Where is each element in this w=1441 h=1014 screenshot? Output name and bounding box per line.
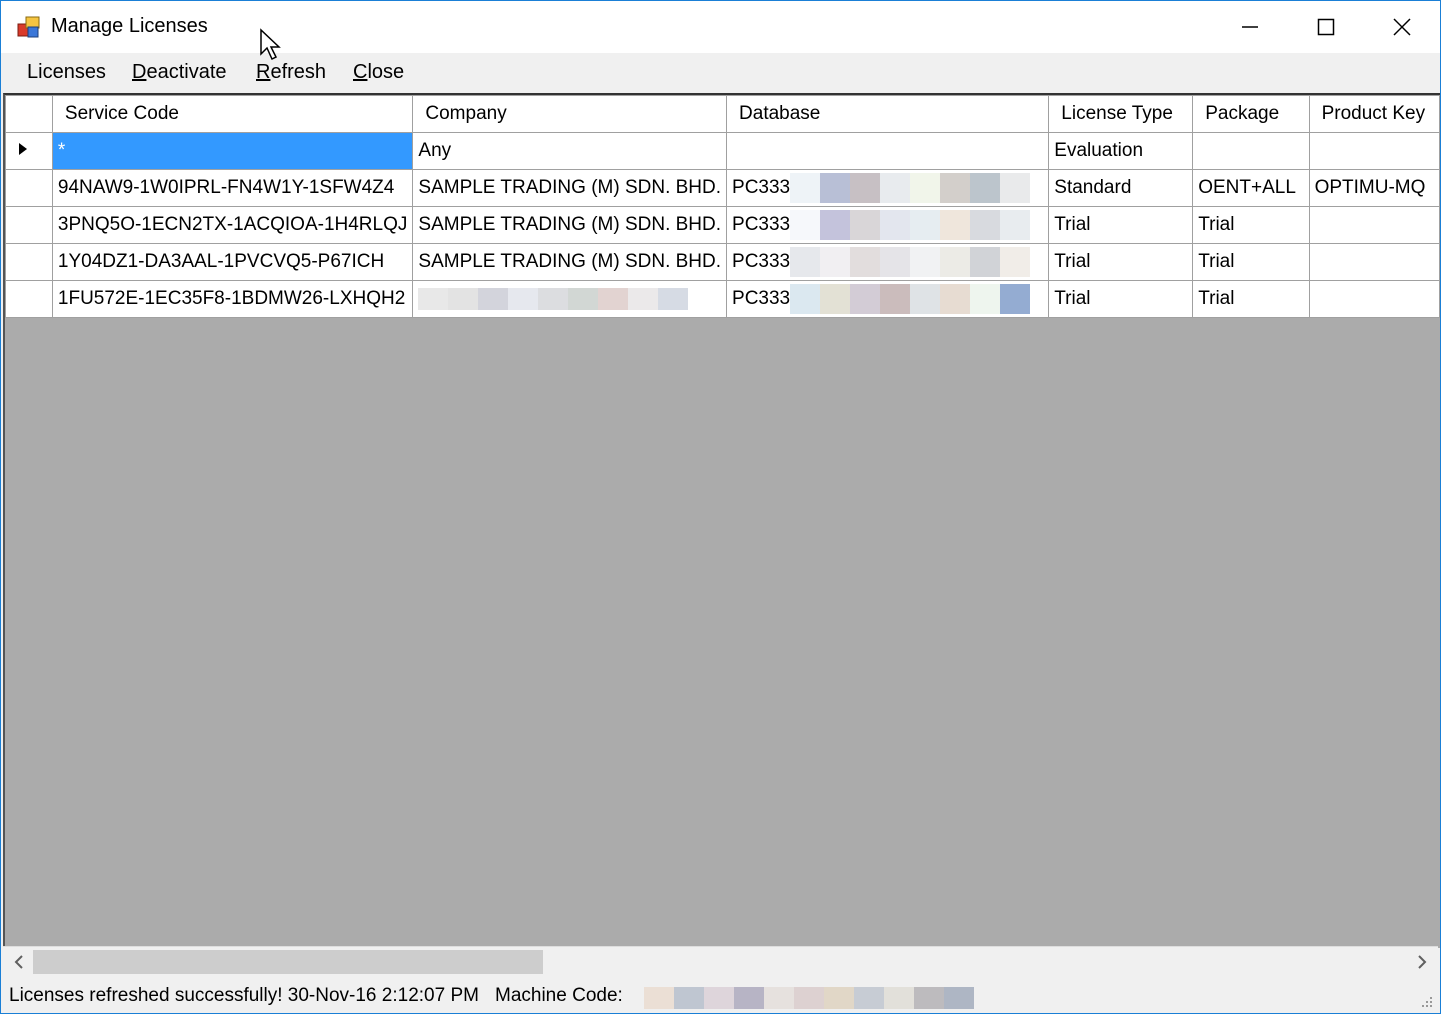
machine-code-label: Machine Code: (495, 985, 623, 1006)
mouse-cursor-icon (260, 28, 281, 61)
manage-licenses-window: Manage Licenses Licenses Deactivate Refr… (0, 0, 1441, 1014)
menu-close-rest: lose (367, 61, 405, 83)
row-header[interactable] (5, 169, 53, 207)
status-bar: Licenses refreshed successfully! 30-Nov-… (1, 979, 1440, 1013)
table-row[interactable]: 1Y04DZ1-DA3AAL-1PVCVQ5-P67ICH SAMPLE TRA… (5, 243, 1440, 281)
table-row[interactable]: 94NAW9-1W0IPRL-FN4W1Y-1SFW4Z4 SAMPLE TRA… (5, 169, 1440, 207)
cell-product-key[interactable] (1308, 206, 1440, 244)
database-text: PC333 (732, 288, 791, 310)
column-header-product-key[interactable]: Product Key (1308, 95, 1440, 133)
menu-refresh-rest: efresh (270, 61, 327, 83)
cell-database[interactable]: PC333 (726, 169, 1050, 207)
menu-deactivate-mnemonic: D (132, 61, 147, 83)
close-window-button[interactable] (1364, 1, 1440, 53)
scroll-thumb[interactable] (33, 950, 543, 974)
column-header-company[interactable]: Company (412, 95, 728, 133)
app-icon (17, 16, 40, 38)
maximize-icon (1317, 18, 1335, 36)
minimize-button[interactable] (1212, 1, 1288, 53)
redacted-block (790, 210, 1031, 240)
cell-license-type[interactable]: Trial (1048, 280, 1194, 318)
redacted-block (790, 284, 1031, 314)
menu-close[interactable]: Close (353, 61, 404, 84)
cell-package[interactable]: Trial (1192, 280, 1310, 318)
scroll-left-button[interactable] (7, 951, 31, 973)
minimize-icon (1242, 26, 1258, 28)
licenses-grid[interactable]: Service Code Company Database License Ty… (3, 93, 1440, 948)
redacted-block (418, 287, 689, 310)
database-text: PC333 (732, 214, 791, 236)
current-row-arrow-icon (19, 143, 27, 155)
maximize-button[interactable] (1288, 1, 1364, 53)
column-header-package[interactable]: Package (1192, 95, 1310, 133)
header-row: Service Code Company Database License Ty… (5, 95, 1440, 133)
cell-license-type[interactable]: Evaluation (1048, 132, 1194, 170)
cell-license-type[interactable]: Standard (1048, 169, 1194, 207)
database-text: PC333 (732, 251, 791, 273)
cell-service-code[interactable]: 1FU572E-1EC35F8-1BDMW26-LXHQH2 (51, 280, 414, 318)
scroll-right-button[interactable] (1410, 951, 1434, 973)
row-header[interactable] (5, 280, 53, 318)
cell-service-code[interactable]: 3PNQ5O-1ECN2TX-1ACQIOA-1H4RLQJ (51, 206, 414, 244)
cell-product-key[interactable]: OPTIMU-MQ (1308, 169, 1440, 207)
cell-product-key[interactable] (1308, 132, 1440, 170)
cell-database[interactable] (726, 132, 1050, 170)
redacted-machine-code (644, 987, 974, 1009)
menu-deactivate[interactable]: Deactivate (132, 61, 227, 84)
cell-product-key[interactable] (1308, 280, 1440, 318)
column-header-database[interactable]: Database (726, 95, 1050, 133)
window-title: Manage Licenses (51, 15, 208, 37)
cell-service-code[interactable]: 1Y04DZ1-DA3AAL-1PVCVQ5-P67ICH (51, 243, 414, 281)
horizontal-scrollbar[interactable] (3, 946, 1438, 977)
licenses-table: Service Code Company Database License Ty… (5, 95, 1440, 318)
cell-package[interactable]: Trial (1192, 206, 1310, 244)
database-text: PC333 (732, 177, 791, 199)
cell-service-code[interactable]: 94NAW9-1W0IPRL-FN4W1Y-1SFW4Z4 (51, 169, 414, 207)
column-header-license-type[interactable]: License Type (1048, 95, 1194, 133)
chevron-left-icon (14, 955, 23, 969)
chevron-right-icon (1418, 955, 1427, 969)
cell-license-type[interactable]: Trial (1048, 206, 1194, 244)
table-row[interactable]: 1FU572E-1EC35F8-1BDMW26-LXHQH2 PC333 Tri… (5, 280, 1440, 318)
resize-grip-icon[interactable] (1416, 991, 1434, 1009)
menu-licenses[interactable]: Licenses (27, 61, 106, 84)
cell-database[interactable]: PC333 (726, 243, 1050, 281)
cell-package[interactable] (1192, 132, 1310, 170)
corner-header[interactable] (5, 95, 53, 133)
menu-refresh-mnemonic: R (256, 61, 271, 83)
menu-deactivate-rest: eactivate (146, 61, 227, 83)
table-row[interactable]: * Any Evaluation (5, 132, 1440, 170)
cell-product-key[interactable] (1308, 243, 1440, 281)
cell-database[interactable]: PC333 (726, 280, 1050, 318)
cell-license-type[interactable]: Trial (1048, 243, 1194, 281)
cell-company[interactable]: SAMPLE TRADING (M) SDN. BHD. (412, 243, 728, 281)
redacted-block (790, 173, 1031, 203)
close-icon (1393, 18, 1411, 36)
cell-company[interactable]: SAMPLE TRADING (M) SDN. BHD. (412, 206, 728, 244)
title-bar[interactable]: Manage Licenses (1, 1, 1440, 53)
cell-service-code[interactable]: * (51, 132, 414, 170)
menu-bar: Licenses Deactivate Refresh Close (1, 53, 1440, 93)
menu-close-mnemonic: C (353, 61, 368, 83)
row-header[interactable] (5, 206, 53, 244)
cell-database[interactable]: PC333 (726, 206, 1050, 244)
menu-refresh[interactable]: Refresh (256, 61, 326, 84)
table-row[interactable]: 3PNQ5O-1ECN2TX-1ACQIOA-1H4RLQJ SAMPLE TR… (5, 206, 1440, 244)
cell-package[interactable]: Trial (1192, 243, 1310, 281)
cell-company[interactable] (412, 280, 728, 318)
row-header[interactable] (5, 243, 53, 281)
redacted-block (790, 247, 1031, 277)
cell-company[interactable]: Any (412, 132, 728, 170)
row-header-current[interactable] (5, 132, 53, 170)
column-header-service-code[interactable]: Service Code (51, 95, 414, 133)
status-message: Licenses refreshed successfully! 30-Nov-… (9, 985, 479, 1006)
cell-package[interactable]: OENT+ALL (1192, 169, 1310, 207)
cell-company[interactable]: SAMPLE TRADING (M) SDN. BHD. (412, 169, 728, 207)
